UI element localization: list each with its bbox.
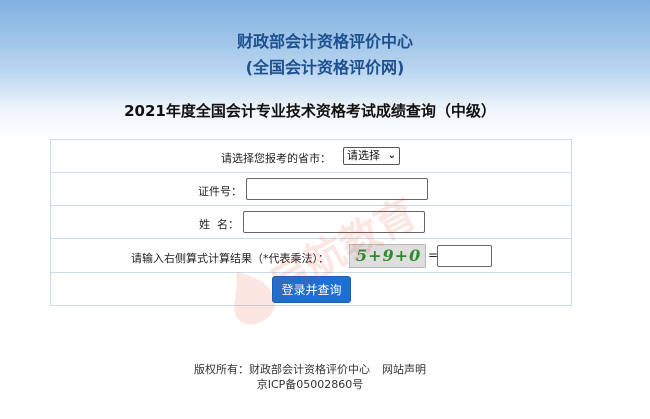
captcha-answer-input[interactable]: [437, 245, 492, 267]
exam-title: 2021年度全国会计专业技术资格考试成绩查询（中级）: [124, 102, 496, 120]
login-query-button[interactable]: 登录并查询: [272, 276, 351, 303]
captcha-label: 请输入右侧算式计算结果（*代表乘法）：: [131, 252, 329, 265]
copyright-label: 版权所有：: [194, 363, 249, 376]
province-row: 请选择您报考的省市： 请选择 ⌄: [51, 140, 571, 173]
province-select[interactable]: 请选择 ⌄: [343, 147, 400, 165]
site-statement-link[interactable]: 网站声明: [382, 363, 426, 376]
id-row: 证件号：: [51, 173, 571, 206]
id-label: 证件号：: [198, 185, 242, 198]
name-label: 姓 名：: [199, 218, 239, 231]
footer-line-1: 版权所有：财政部会计资格评价中心 网站声明: [0, 361, 620, 377]
org-name: 财政部会计资格评价中心: [236, 32, 413, 51]
chevron-down-icon: ⌄: [387, 150, 396, 161]
site-name: (全国会计资格评价网): [245, 58, 405, 77]
id-number-input[interactable]: [246, 178, 428, 200]
name-input[interactable]: [243, 211, 425, 233]
captcha-image[interactable]: 5+9+0: [349, 244, 426, 268]
submit-row: 登录并查询: [51, 273, 571, 305]
query-form: 请选择您报考的省市： 请选择 ⌄ 证件号： 姓 名： 请输入右侧算式计算结果（*…: [50, 139, 572, 306]
province-select-value: 请选择: [347, 149, 380, 162]
copyright-owner: 财政部会计资格评价中心: [249, 363, 370, 376]
name-row: 姓 名：: [51, 206, 571, 239]
icp-number: 京ICP备05002860号: [256, 378, 364, 391]
province-label: 请选择您报考的省市：: [221, 152, 331, 165]
captcha-row: 请输入右侧算式计算结果（*代表乘法）： 5+9+0 =: [51, 239, 571, 273]
